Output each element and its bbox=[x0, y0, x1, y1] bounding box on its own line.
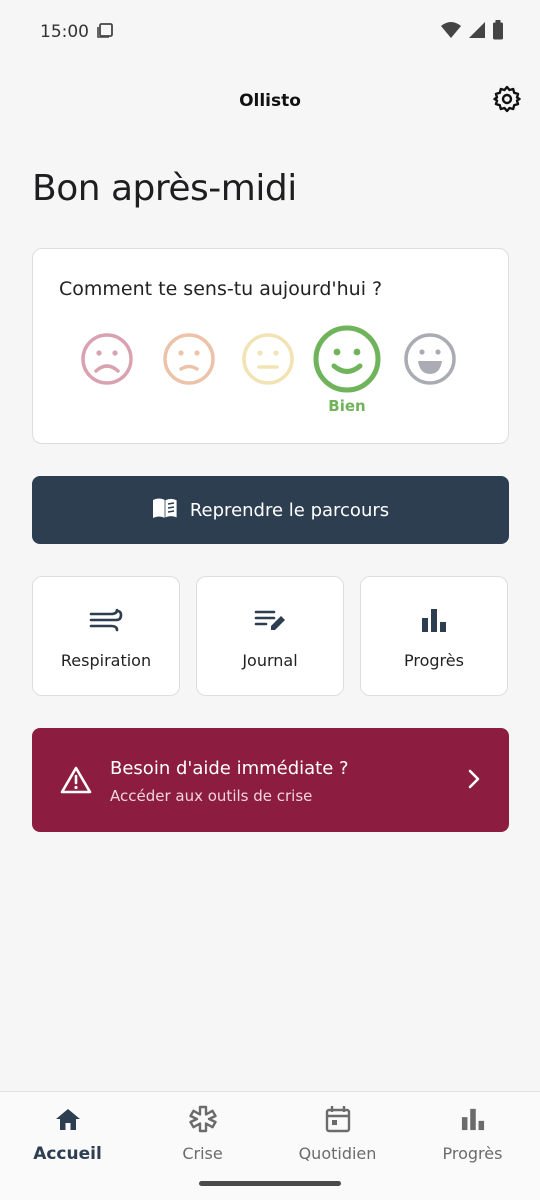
nav-label-accueil: Accueil bbox=[33, 1144, 102, 1164]
crisis-title: Besoin d'aide immédiate ? bbox=[110, 758, 349, 779]
crisis-help-card[interactable]: Besoin d'aide immédiate ? Accéder aux ou… bbox=[32, 728, 509, 832]
asterisk-icon bbox=[188, 1104, 218, 1134]
very-sad-face-icon bbox=[81, 333, 133, 385]
signal-icon bbox=[468, 21, 486, 43]
bar-chart-icon bbox=[458, 1104, 488, 1134]
bar-chart-icon bbox=[420, 607, 448, 637]
nav-item-progres[interactable]: Progrès bbox=[405, 1092, 540, 1172]
status-time: 15:00 bbox=[40, 22, 89, 42]
crisis-subtitle: Accéder aux outils de crise bbox=[110, 787, 313, 805]
edit-note-icon bbox=[254, 607, 286, 637]
tile-respiration[interactable]: Respiration bbox=[32, 576, 180, 696]
nav-label-progres: Progrès bbox=[442, 1144, 503, 1163]
mood-great-button[interactable] bbox=[403, 332, 457, 390]
settings-button[interactable] bbox=[490, 84, 524, 118]
nav-item-quotidien[interactable]: Quotidien bbox=[270, 1092, 405, 1172]
app-bar: Ollisto bbox=[0, 72, 540, 130]
resume-journey-button[interactable]: Reprendre le parcours bbox=[32, 476, 509, 544]
app-title: Ollisto bbox=[239, 91, 301, 111]
happy-face-icon bbox=[313, 325, 381, 393]
mood-very-sad-button[interactable] bbox=[80, 332, 134, 390]
sad-face-icon bbox=[163, 333, 215, 385]
neutral-face-icon bbox=[242, 333, 294, 385]
nav-label-quotidien: Quotidien bbox=[298, 1144, 377, 1163]
mood-card: Comment te sens-tu aujourd'hui ? Bien bbox=[32, 248, 509, 444]
tile-progress-label: Progrès bbox=[404, 651, 464, 670]
mood-sad-button[interactable] bbox=[162, 332, 216, 390]
status-bar: 15:00 bbox=[0, 0, 540, 64]
wifi-icon bbox=[440, 21, 462, 43]
tile-journal[interactable]: Journal bbox=[196, 576, 344, 696]
mood-question: Comment te sens-tu aujourd'hui ? bbox=[59, 278, 383, 300]
tile-respiration-label: Respiration bbox=[60, 651, 152, 670]
resume-journey-label: Reprendre le parcours bbox=[189, 499, 390, 521]
tile-journal-label: Journal bbox=[242, 651, 298, 670]
mood-good-button[interactable] bbox=[312, 324, 382, 398]
tile-progress[interactable]: Progrès bbox=[360, 576, 508, 696]
nav-item-accueil[interactable]: Accueil bbox=[0, 1092, 135, 1172]
gear-icon bbox=[493, 85, 521, 117]
wind-icon bbox=[89, 607, 123, 637]
calendar-icon bbox=[323, 1104, 353, 1134]
nav-label-crise: Crise bbox=[182, 1144, 223, 1163]
screen-icon bbox=[97, 21, 115, 44]
gesture-handle[interactable] bbox=[199, 1181, 341, 1186]
grinning-face-icon bbox=[404, 333, 456, 385]
home-icon bbox=[53, 1104, 83, 1134]
mood-neutral-button[interactable] bbox=[241, 332, 295, 390]
battery-icon bbox=[492, 20, 504, 44]
open-book-icon bbox=[152, 497, 178, 524]
mood-selected-label: Bien bbox=[328, 397, 366, 415]
nav-item-crise[interactable]: Crise bbox=[135, 1092, 270, 1172]
greeting-title: Bon après-midi bbox=[32, 168, 297, 209]
chevron-right-icon bbox=[467, 768, 481, 794]
warning-icon bbox=[60, 766, 92, 798]
